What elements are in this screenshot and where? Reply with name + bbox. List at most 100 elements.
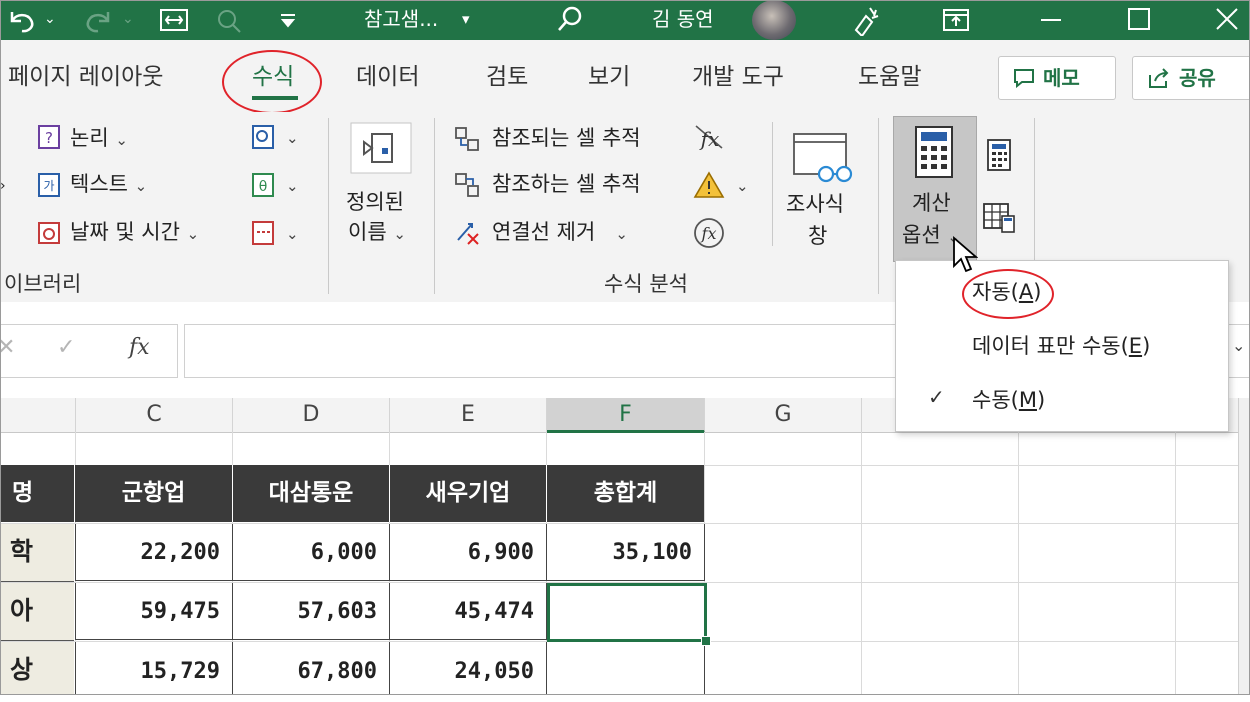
value-cell[interactable]: 59,475 — [75, 583, 233, 640]
calculator-icon — [915, 126, 953, 178]
math-function-icon[interactable]: θ — [250, 172, 276, 198]
vertical-scrollbar[interactable] — [1238, 398, 1250, 695]
expand-formula-bar-icon[interactable]: ⌄ — [1232, 336, 1245, 355]
watch-window-line2[interactable]: 창 — [808, 222, 827, 250]
row-label-cell[interactable]: 아 — [0, 583, 74, 641]
lookup-function-icon[interactable] — [250, 124, 276, 150]
column-header-c[interactable]: C — [76, 398, 233, 433]
error-checking-dropdown-icon[interactable]: ⌄ — [736, 172, 749, 200]
grid-line — [1018, 432, 1019, 695]
share-button[interactable]: 공유 — [1132, 56, 1250, 100]
grid-line — [1175, 432, 1176, 695]
svg-text:θ: θ — [259, 179, 268, 195]
group-separator — [772, 122, 773, 246]
svg-text:가: 가 — [43, 179, 54, 193]
fill-handle[interactable] — [701, 636, 711, 646]
error-checking-icon[interactable] — [692, 170, 726, 200]
document-title[interactable]: 참고샘... — [364, 4, 438, 34]
user-name[interactable]: 김 동연 — [652, 4, 714, 34]
defined-names-line2[interactable]: 이름 ⌄ — [348, 218, 406, 248]
group-separator — [328, 118, 329, 294]
undo-dropdown-icon[interactable]: ⌄ — [44, 4, 56, 34]
menu-item-automatic[interactable]: 자동(A) — [896, 275, 1228, 311]
touch-mode-icon[interactable] — [214, 6, 246, 34]
table-header-cell[interactable]: 군항업 — [75, 465, 233, 522]
tab-view[interactable]: 보기 — [588, 62, 630, 92]
value-cell[interactable] — [547, 642, 705, 695]
value-cell[interactable]: 6,000 — [233, 524, 390, 581]
ribbon-display-icon[interactable] — [940, 6, 972, 34]
table-header-cell[interactable]: 총합계 — [547, 465, 704, 522]
row-label-cell[interactable]: 학 — [0, 524, 74, 582]
datetime-button[interactable]: 날짜 및 시간 ⌄ — [70, 218, 199, 248]
minimize-icon[interactable] — [1038, 8, 1064, 32]
library-overflow-chevron[interactable]: › — [0, 172, 6, 200]
watch-window-icon[interactable] — [790, 130, 854, 186]
search-icon[interactable] — [556, 4, 586, 34]
redo-dropdown-icon[interactable]: ⌄ — [122, 4, 134, 34]
lookup-dropdown-icon[interactable]: ⌄ — [286, 124, 299, 152]
value-cell[interactable]: 24,050 — [390, 642, 547, 695]
cancel-entry-icon[interactable]: ✕ — [0, 335, 15, 360]
logical-function-icon: ? — [38, 125, 60, 149]
memo-button[interactable]: 메모 — [998, 56, 1116, 100]
logical-label: 논리 — [70, 126, 109, 150]
value-cell[interactable]: 22,200 — [75, 524, 233, 581]
value-cell[interactable]: 35,100 — [547, 524, 705, 581]
table-header-cell[interactable]: 명 — [0, 465, 75, 522]
remove-arrows-button[interactable]: 연결선 제거 ⌄ — [492, 218, 628, 248]
calculate-sheet-icon[interactable] — [982, 202, 1016, 234]
more-functions-dropdown-icon[interactable]: ⌄ — [286, 220, 299, 248]
worksheet-grid[interactable]: C D E F G 명 군항업 대삼통운 새우기업 총합계 학 22,200 6… — [0, 398, 1250, 695]
fit-screen-icon[interactable] — [158, 6, 190, 34]
watch-window-line1[interactable]: 조사식 — [786, 190, 844, 218]
value-cell[interactable]: 57,603 — [233, 583, 390, 640]
column-header-partial[interactable] — [0, 398, 76, 433]
close-icon[interactable] — [1214, 6, 1240, 32]
coauthor-icon[interactable] — [848, 4, 884, 36]
tab-developer[interactable]: 개발 도구 — [692, 62, 784, 92]
ribbon-tabs: 페이지 레이아웃 수식 데이터 검토 보기 개발 도구 도움말 메모 공유 — [0, 40, 1250, 114]
column-header-f[interactable]: F — [547, 398, 705, 433]
insert-function-icon[interactable]: fx — [129, 335, 150, 360]
value-cell[interactable]: 6,900 — [390, 524, 547, 581]
customize-toolbar-icon[interactable] — [278, 8, 298, 32]
confirm-entry-icon[interactable]: ✓ — [57, 335, 75, 360]
trace-precedents-icon — [455, 127, 479, 151]
defined-names-icon[interactable] — [350, 122, 412, 174]
tab-help[interactable]: 도움말 — [858, 62, 921, 92]
active-cell-selection[interactable] — [547, 583, 707, 642]
trace-dependents-button[interactable]: 참조하는 셀 추적 — [492, 170, 641, 198]
text-button[interactable]: 텍스트 ⌄ — [70, 170, 147, 200]
calculate-now-icon[interactable] — [986, 138, 1012, 172]
text-function-icon: 가 — [38, 173, 60, 197]
value-cell[interactable]: 67,800 — [233, 642, 390, 695]
math-dropdown-icon[interactable]: ⌄ — [286, 172, 299, 200]
column-header-g[interactable]: G — [705, 398, 862, 433]
menu-item-automatic-except-tables[interactable]: 데이터 표만 수동(E) — [896, 329, 1228, 365]
menu-item-manual[interactable]: ✓ 수동(M) — [896, 383, 1228, 419]
value-cell[interactable]: 45,474 — [390, 583, 547, 640]
tab-review[interactable]: 검토 — [486, 62, 528, 92]
value-cell[interactable]: 15,729 — [75, 642, 233, 695]
title-dropdown-icon[interactable]: ▾ — [462, 4, 470, 34]
tab-data[interactable]: 데이터 — [356, 62, 419, 92]
show-formulas-icon[interactable]: fx — [692, 122, 726, 152]
table-header-cell[interactable]: 대삼통운 — [233, 465, 390, 522]
defined-names-line1[interactable]: 정의된 — [346, 188, 404, 216]
table-header-cell[interactable]: 새우기업 — [390, 465, 547, 522]
undo-icon[interactable] — [6, 6, 38, 34]
column-header-d[interactable]: D — [233, 398, 390, 433]
more-functions-icon[interactable] — [250, 220, 276, 246]
maximize-icon[interactable] — [1126, 6, 1152, 32]
row-label-cell[interactable]: 상 — [0, 642, 74, 695]
trace-precedents-button[interactable]: 참조되는 셀 추적 — [492, 124, 641, 152]
column-header-e[interactable]: E — [390, 398, 547, 433]
tab-page-layout[interactable]: 페이지 레이아웃 — [8, 62, 163, 92]
evaluate-formula-icon[interactable]: fx — [692, 216, 726, 250]
avatar[interactable] — [752, 0, 796, 40]
menu-item-except-tables-label: 데이터 표만 수동(E) — [972, 334, 1151, 358]
logical-button[interactable]: 논리 ⌄ — [70, 124, 128, 154]
menu-label: 수동 — [972, 388, 1011, 412]
redo-icon[interactable] — [82, 6, 114, 34]
